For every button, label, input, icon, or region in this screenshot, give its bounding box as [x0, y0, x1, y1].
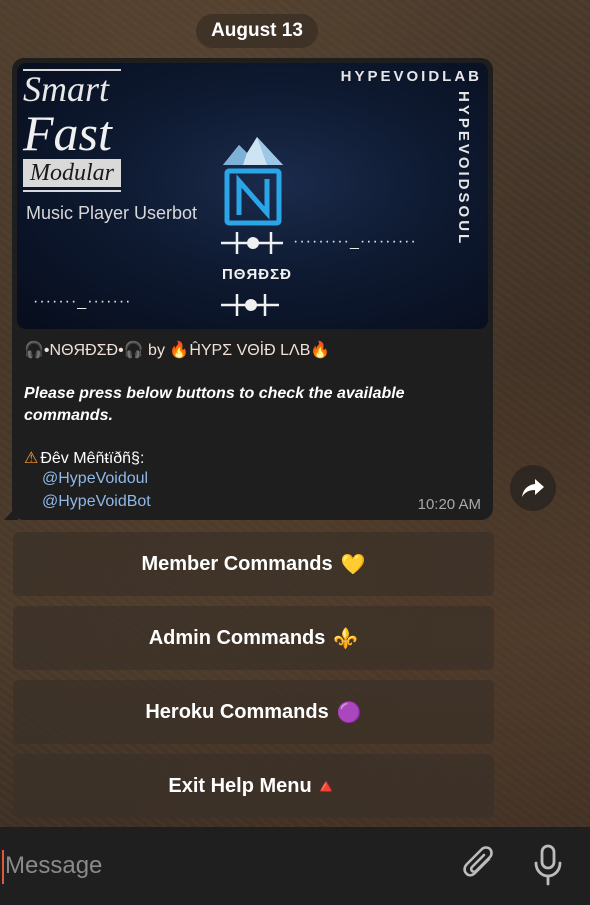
- player-bar-small-icon: [221, 294, 279, 316]
- paperclip-icon[interactable]: [462, 845, 498, 885]
- caption-line: 🎧•ΝΘЯÐΣÐ•🎧 by 🔥ĤΥΡΣ VΘİÐ LΛB🔥: [24, 340, 330, 360]
- banner-logo-text: ПΘЯÐΣÐ: [222, 266, 292, 283]
- banner-dots-left: ·······_·······: [33, 293, 132, 310]
- red-triangle-icon: 🔺: [313, 775, 339, 798]
- admin-commands-button[interactable]: Admin Commands ⚜️: [13, 606, 494, 670]
- fleur-de-lis-icon: ⚜️: [333, 627, 359, 650]
- banner-brand-top: HYPEVOIDLAB: [340, 68, 482, 85]
- mention-link-hypevoidoul[interactable]: @HypeVoidoul: [42, 470, 148, 488]
- fire-icon: 🔥: [169, 342, 190, 359]
- message-time: 10:20 AM: [417, 496, 481, 513]
- press-instructions: Please press below buttons to check the …: [24, 385, 405, 424]
- message-input[interactable]: [5, 845, 405, 887]
- banner-dots-right: ·········_·········: [293, 233, 417, 250]
- banner-line-modular: Modular: [23, 159, 121, 187]
- microphone-icon[interactable]: [532, 843, 564, 887]
- banner-rule-bottom: [23, 190, 121, 192]
- banner-subtitle: Music Player Userbot: [26, 203, 198, 223]
- caption-by: by: [143, 342, 170, 359]
- mention-link-hypevoidbot[interactable]: @HypeVoidBot: [42, 493, 151, 511]
- exit-help-menu-label: Exit Help Menu: [168, 774, 312, 797]
- banner-line-fast: Fast: [23, 105, 112, 161]
- date-pill: August 13: [196, 14, 318, 48]
- heroku-commands-button[interactable]: Heroku Commands 🟣: [13, 680, 494, 744]
- member-commands-button[interactable]: Member Commands 💛: [13, 532, 494, 596]
- share-arrow-icon: [522, 479, 544, 497]
- dev-mentions-label: Đêv Mêñŧïðñ§:: [40, 450, 145, 467]
- exit-help-menu-button[interactable]: Exit Help Menu 🔺: [13, 754, 494, 818]
- share-button[interactable]: [510, 465, 556, 511]
- purple-circle-icon: 🟣: [336, 701, 362, 724]
- caption-name: 🎧•ΝΘЯÐΣÐ•🎧: [24, 342, 144, 359]
- caption-lab: ĤΥΡΣ VΘİÐ LΛB: [189, 342, 311, 359]
- yellow-heart-icon: 💛: [340, 553, 366, 576]
- message-bubble[interactable]: Smart Fast Modular Music Player Userbot …: [12, 58, 493, 520]
- banner-image[interactable]: Smart Fast Modular Music Player Userbot …: [17, 63, 488, 329]
- noded-logo-icon: [223, 137, 283, 226]
- date-label: August 13: [211, 20, 303, 41]
- fire-icon: 🔥: [310, 342, 331, 359]
- member-commands-label: Member Commands: [141, 552, 333, 575]
- admin-commands-label: Admin Commands: [148, 626, 326, 649]
- banner-line-smart: Smart: [23, 69, 110, 109]
- banner-brand-side: HYPEVOIDSOUL: [455, 91, 472, 247]
- message-composer: [0, 827, 590, 905]
- heroku-commands-label: Heroku Commands: [145, 700, 329, 723]
- dev-mentions: ⚠ Đêv Mêñŧïðñ§:: [24, 448, 144, 468]
- text-cursor: [2, 850, 4, 884]
- warning-icon: ⚠: [24, 450, 39, 467]
